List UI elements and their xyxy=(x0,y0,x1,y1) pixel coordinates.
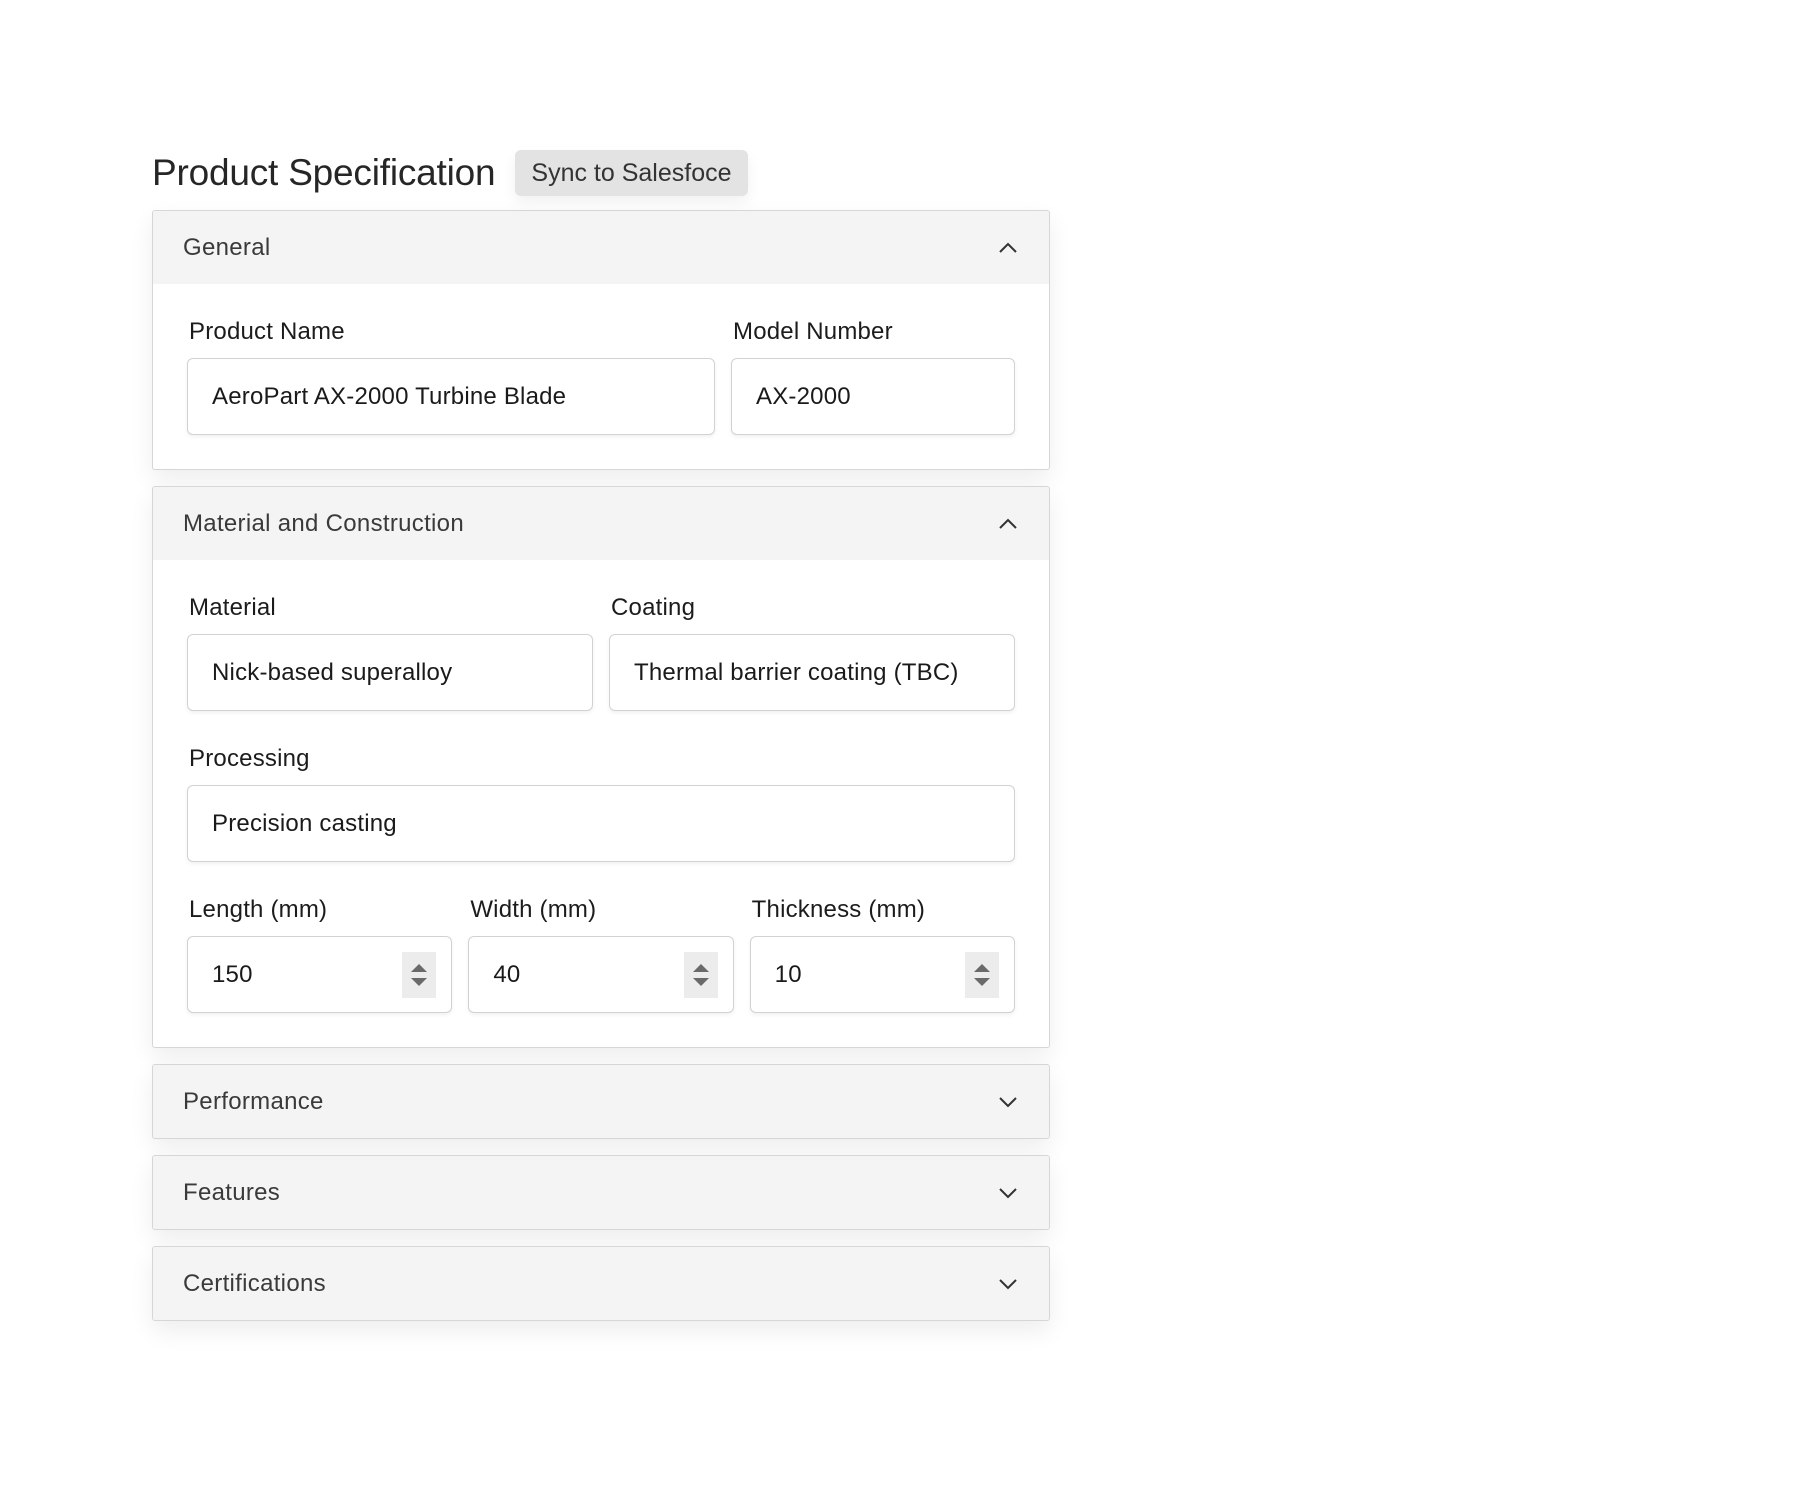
model-number-input[interactable] xyxy=(731,358,1015,435)
section-title: Features xyxy=(183,1178,281,1206)
section-features-header[interactable]: Features xyxy=(153,1156,1049,1229)
section-material-header[interactable]: Material and Construction xyxy=(153,487,1049,560)
chevron-down-icon[interactable] xyxy=(997,1091,1019,1113)
page-title: Product Specification xyxy=(152,152,496,193)
thickness-label: Thickness (mm) xyxy=(751,896,926,923)
processing-field: Processing xyxy=(187,745,1015,862)
material-field: Material xyxy=(187,594,593,711)
product-name-label: Product Name xyxy=(189,318,345,345)
section-performance: Performance xyxy=(152,1064,1050,1139)
stepper-up-icon[interactable] xyxy=(974,964,990,972)
material-label: Material xyxy=(189,594,276,621)
model-number-field: Model Number xyxy=(731,318,1015,435)
product-specification-page: Product Specification Sync to Salesfoce … xyxy=(152,148,1050,1337)
chevron-down-icon[interactable] xyxy=(997,1182,1019,1204)
section-title: Performance xyxy=(183,1087,324,1115)
section-title: Material and Construction xyxy=(183,509,464,537)
stepper-down-icon[interactable] xyxy=(411,978,428,986)
section-material-body: Material Coating Processing Length (mm) xyxy=(153,560,1049,1047)
coating-input[interactable] xyxy=(609,634,1015,711)
section-title: General xyxy=(183,233,271,261)
thickness-field: Thickness (mm) xyxy=(749,896,1015,1013)
stepper-up-icon[interactable] xyxy=(692,964,709,972)
section-features: Features xyxy=(152,1155,1050,1230)
product-name-input[interactable] xyxy=(187,358,715,435)
length-field: Length (mm) xyxy=(187,896,453,1013)
width-field: Width (mm) xyxy=(468,896,734,1013)
coating-label: Coating xyxy=(611,594,696,621)
stepper-up-icon[interactable] xyxy=(411,964,428,972)
stepper-down-icon[interactable] xyxy=(692,978,709,986)
processing-input[interactable] xyxy=(187,785,1015,862)
chevron-down-icon[interactable] xyxy=(997,1273,1019,1295)
processing-label: Processing xyxy=(189,745,310,772)
section-material-construction: Material and Construction Material Coati… xyxy=(152,486,1050,1048)
material-input[interactable] xyxy=(187,634,593,711)
section-general-body: Product Name Model Number xyxy=(153,284,1049,469)
section-general-header[interactable]: General xyxy=(153,211,1049,284)
section-title: Certifications xyxy=(183,1269,326,1297)
section-certifications-header[interactable]: Certifications xyxy=(153,1247,1049,1320)
section-general: General Product Name Model Number xyxy=(152,210,1050,470)
length-label: Length (mm) xyxy=(189,896,328,923)
chevron-up-icon[interactable] xyxy=(997,513,1019,535)
title-row: Product Specification Sync to Salesfoce xyxy=(152,148,1050,198)
thickness-stepper[interactable] xyxy=(965,952,999,998)
coating-field: Coating xyxy=(609,594,1015,711)
model-number-label: Model Number xyxy=(733,318,893,345)
width-label: Width (mm) xyxy=(470,896,597,923)
width-stepper[interactable] xyxy=(683,952,718,998)
stepper-down-icon[interactable] xyxy=(974,978,990,986)
product-name-field: Product Name xyxy=(187,318,715,435)
chevron-up-icon[interactable] xyxy=(997,237,1019,259)
sync-to-salesforce-button[interactable]: Sync to Salesfoce xyxy=(515,150,748,196)
section-certifications: Certifications xyxy=(152,1246,1050,1321)
section-performance-header[interactable]: Performance xyxy=(153,1065,1049,1138)
length-stepper[interactable] xyxy=(402,952,437,998)
